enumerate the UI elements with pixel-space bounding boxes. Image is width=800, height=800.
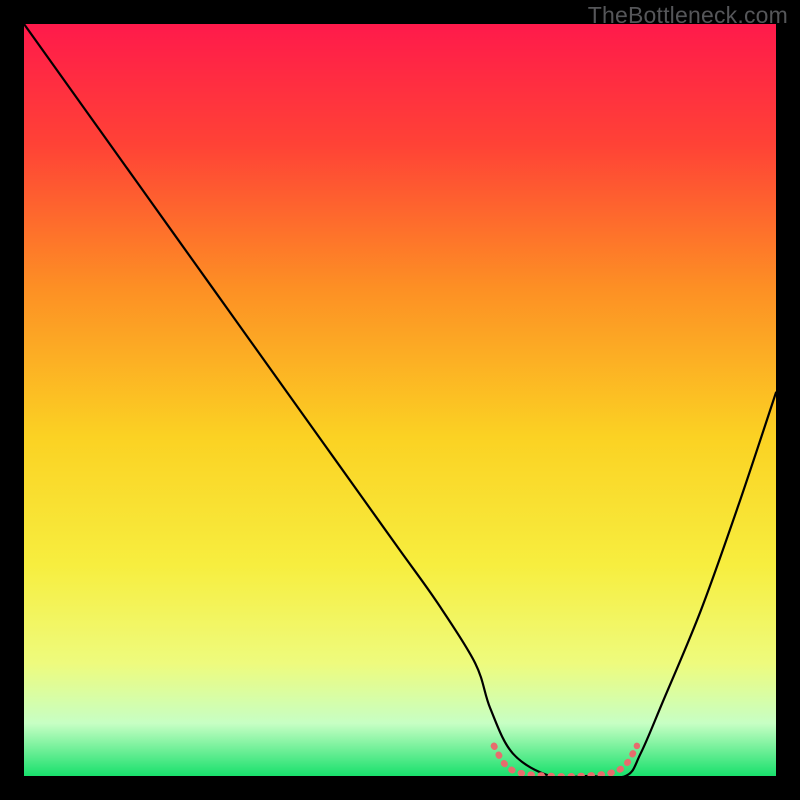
chart-frame: TheBottleneck.com [0,0,800,800]
plot-area [24,24,776,776]
bottleneck-chart [24,24,776,776]
gradient-background [24,24,776,776]
valley-endpoint [634,743,641,750]
valley-endpoint [491,743,498,750]
